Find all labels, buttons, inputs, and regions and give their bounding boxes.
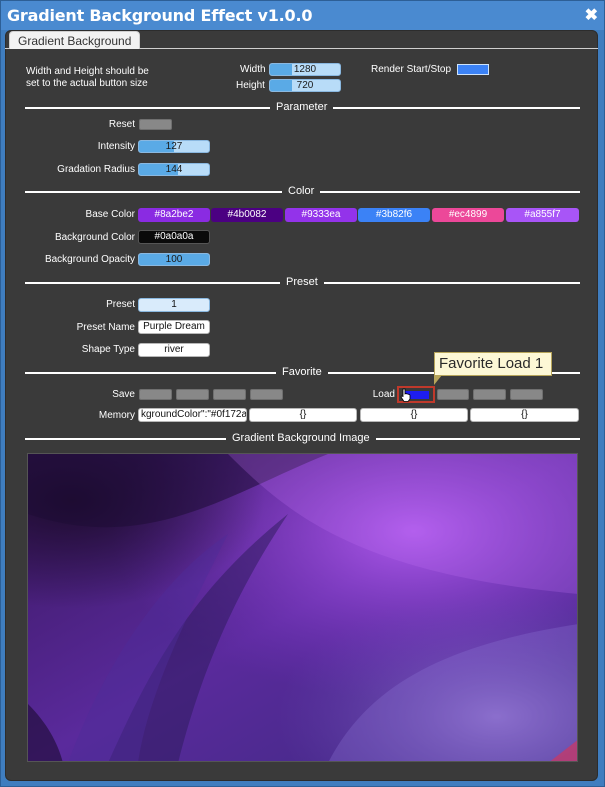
width-value: 1280 [293, 64, 317, 75]
background-color-field[interactable]: #0a0a0a [138, 230, 210, 244]
load-slot-3-button[interactable] [473, 389, 506, 400]
title-bar: Gradient Background Effect v1.0.0 ✖ [1, 1, 604, 30]
gradient-preview-svg [28, 454, 577, 761]
memory-slot-2-field[interactable]: {} [249, 408, 357, 422]
height-value: 720 [296, 80, 314, 91]
memory-slot-4-field[interactable]: {} [470, 408, 579, 422]
window-title: Gradient Background Effect v1.0.0 [7, 6, 313, 25]
load-slot-4-button[interactable] [510, 389, 543, 400]
size-note-line2: set to the actual button size [26, 78, 148, 89]
width-field[interactable]: 1280 [269, 63, 341, 76]
background-opacity-label: Background Opacity [44, 254, 135, 265]
reset-label: Reset [108, 119, 135, 130]
tab-gradient-background[interactable]: Gradient Background [9, 31, 141, 49]
height-label: Height [236, 80, 265, 91]
base-color-swatch-5[interactable]: #ec4899 [432, 208, 504, 222]
width-label: Width [240, 64, 266, 75]
preset-number-field[interactable]: 1 [138, 298, 210, 312]
save-slot-1-button[interactable] [139, 389, 172, 400]
height-field[interactable]: 720 [269, 79, 341, 92]
base-color-swatch-4[interactable]: #3b82f6 [358, 208, 430, 222]
preset-heading: Preset [280, 276, 324, 288]
base-color-label: Base Color [85, 209, 135, 220]
color-heading: Color [282, 185, 321, 197]
memory-slot-1-field[interactable]: kgroundColor":"#0f172a [138, 408, 247, 422]
gradient-background-image [27, 453, 578, 762]
memory-label: Memory [98, 410, 135, 421]
memory-slot-3-field[interactable]: {} [360, 408, 468, 422]
hand-cursor-icon [400, 388, 411, 402]
background-opacity-slider[interactable]: 100 [138, 253, 210, 266]
base-color-swatch-6[interactable]: #a855f7 [506, 208, 579, 222]
reset-button[interactable] [139, 119, 172, 130]
opacity-value: 100 [165, 254, 183, 265]
background-color-label: Background Color [54, 232, 135, 243]
load-slot-2-button[interactable] [437, 389, 469, 400]
preset-name-field[interactable]: Purple Dream [138, 320, 210, 334]
save-label: Save [112, 389, 135, 400]
intensity-label: Intensity [97, 141, 135, 152]
preset-name-label: Preset Name [76, 322, 135, 333]
render-label: Render Start/Stop [371, 64, 452, 75]
base-color-swatch-2[interactable]: #4b0082 [211, 208, 283, 222]
shape-type-label: Shape Type [81, 344, 135, 355]
radius-slider[interactable]: 144 [138, 163, 210, 176]
size-note: Width and Height should be set to the ac… [26, 66, 149, 90]
intensity-slider[interactable]: 127 [138, 140, 210, 153]
close-icon[interactable]: ✖ [585, 5, 598, 25]
image-heading: Gradient Background Image [226, 432, 376, 444]
tooltip-tail [434, 375, 442, 385]
preset-label: Preset [106, 299, 135, 310]
save-slot-4-button[interactable] [250, 389, 283, 400]
size-note-line1: Width and Height should be [26, 66, 149, 77]
intensity-value: 127 [165, 141, 183, 152]
save-slot-2-button[interactable] [176, 389, 209, 400]
render-toggle-button[interactable] [457, 64, 489, 75]
base-color-swatch-3[interactable]: #9333ea [285, 208, 357, 222]
load-label: Load [372, 389, 395, 400]
load-tooltip: Favorite Load 1 [434, 352, 552, 376]
radius-label: Gradation Radius [57, 164, 135, 175]
favorite-heading: Favorite [276, 366, 328, 378]
parameter-heading: Parameter [270, 101, 334, 113]
save-slot-3-button[interactable] [213, 389, 246, 400]
shape-type-field[interactable]: river [138, 343, 210, 357]
base-color-swatch-1[interactable]: #8a2be2 [138, 208, 210, 222]
radius-value: 144 [165, 164, 183, 175]
